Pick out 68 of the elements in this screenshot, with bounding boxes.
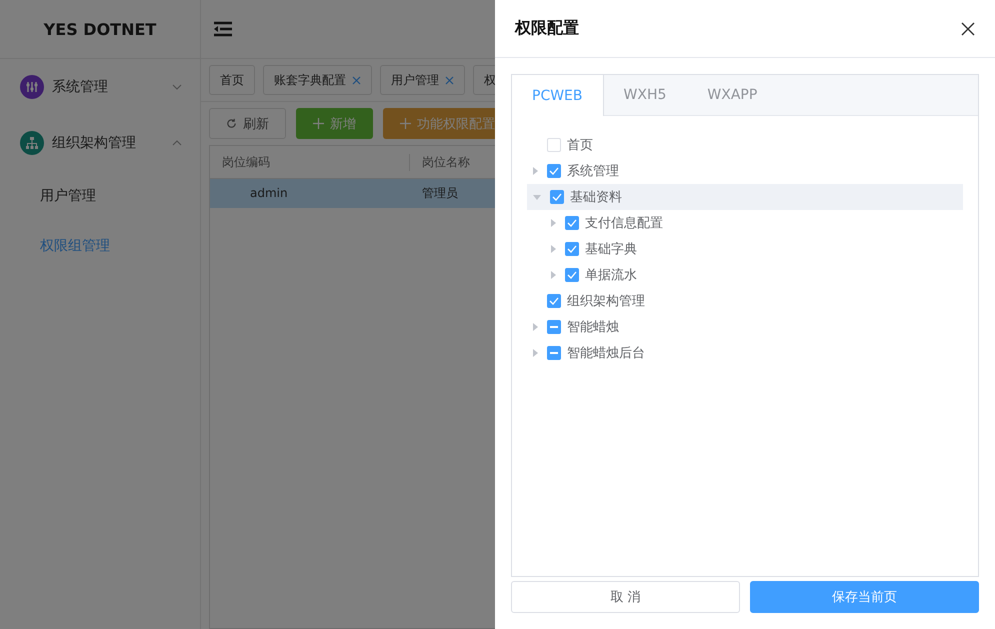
menu-group[interactable]: 组织架构管理 bbox=[0, 115, 200, 171]
caret-icon[interactable] bbox=[551, 245, 556, 253]
menu-label: 系统管理 bbox=[52, 78, 109, 96]
check-icon bbox=[567, 271, 577, 279]
check-icon bbox=[567, 245, 577, 253]
caret-icon[interactable] bbox=[551, 271, 556, 279]
checkbox[interactable] bbox=[550, 190, 564, 204]
plus-icon bbox=[313, 118, 324, 129]
menu-label: 组织架构管理 bbox=[52, 134, 137, 152]
close-icon[interactable] bbox=[352, 76, 361, 84]
check-icon bbox=[549, 297, 559, 305]
table-cell-text: admin bbox=[249, 186, 289, 200]
caret-icon[interactable] bbox=[533, 349, 538, 357]
checkbox[interactable] bbox=[547, 320, 561, 334]
tree-node[interactable]: 首页 bbox=[527, 132, 963, 158]
checkbox[interactable] bbox=[547, 346, 561, 360]
tab[interactable]: PCWEB bbox=[512, 75, 604, 116]
checkbox[interactable] bbox=[565, 268, 579, 282]
tree-label: 基础资料 bbox=[570, 189, 622, 206]
tab[interactable]: WXH5 bbox=[604, 75, 688, 115]
menu-item[interactable]: 用户管理 bbox=[0, 171, 200, 221]
brand-title: YES DOTNET bbox=[0, 0, 200, 59]
tree-node[interactable]: 支付信息配置 bbox=[527, 210, 963, 236]
tree-label: 首页 bbox=[567, 137, 593, 154]
checkbox[interactable] bbox=[565, 242, 579, 256]
tree-node[interactable]: 系统管理 bbox=[527, 158, 963, 184]
column-header: 岗位名称 bbox=[421, 154, 471, 170]
tree-label: 智能蜡烛后台 bbox=[567, 345, 645, 362]
caret-icon[interactable] bbox=[533, 194, 541, 200]
tree-node[interactable]: 组织架构管理 bbox=[527, 288, 963, 314]
checkbox[interactable] bbox=[565, 216, 579, 230]
page-tab[interactable]: 首页 bbox=[209, 65, 255, 95]
tree-label: 单据流水 bbox=[585, 267, 637, 284]
column-header: 岗位编码 bbox=[210, 154, 410, 170]
save-button[interactable]: 保存当前页 bbox=[750, 581, 979, 613]
org-chart-icon bbox=[20, 131, 44, 155]
tree-label: 智能蜡烛 bbox=[567, 319, 619, 336]
tree-node[interactable]: 智能蜡烛后台 bbox=[527, 340, 963, 366]
close-button[interactable] bbox=[961, 22, 975, 36]
close-icon[interactable] bbox=[445, 76, 454, 84]
tree-node[interactable]: 单据流水 bbox=[527, 262, 963, 288]
table-cell-text: 管理员 bbox=[421, 184, 459, 202]
check-icon bbox=[552, 193, 562, 201]
caret-icon[interactable] bbox=[533, 167, 538, 175]
menu-group[interactable]: 系统管理 bbox=[0, 59, 200, 115]
refresh-icon bbox=[226, 118, 237, 129]
plus-icon bbox=[400, 118, 411, 129]
caret-icon[interactable] bbox=[551, 219, 556, 227]
drawer-title: 权限配置 bbox=[515, 18, 579, 39]
refresh-button[interactable]: 刷新 bbox=[209, 108, 286, 139]
tree-node[interactable]: 基础资料 bbox=[527, 184, 963, 210]
tab[interactable]: WXAPP bbox=[687, 75, 778, 115]
checkbox[interactable] bbox=[547, 294, 561, 308]
check-icon bbox=[567, 219, 577, 227]
tree-label: 基础字典 bbox=[585, 241, 637, 258]
page-tab[interactable]: 账套字典配置 bbox=[263, 65, 372, 95]
tree-node[interactable]: 智能蜡烛 bbox=[527, 314, 963, 340]
check-icon bbox=[549, 167, 559, 175]
tree-label: 系统管理 bbox=[567, 163, 619, 180]
tree-label: 支付信息配置 bbox=[585, 215, 663, 232]
sliders-icon bbox=[20, 75, 44, 99]
tree-node[interactable]: 基础字典 bbox=[527, 236, 963, 262]
checkbox[interactable] bbox=[547, 164, 561, 178]
page-tab[interactable]: 用户管理 bbox=[380, 65, 465, 95]
menu-icon[interactable] bbox=[213, 21, 233, 37]
cancel-button[interactable]: 取 消 bbox=[511, 581, 740, 613]
tree-label: 组织架构管理 bbox=[567, 293, 645, 310]
caret-icon[interactable] bbox=[533, 323, 538, 331]
